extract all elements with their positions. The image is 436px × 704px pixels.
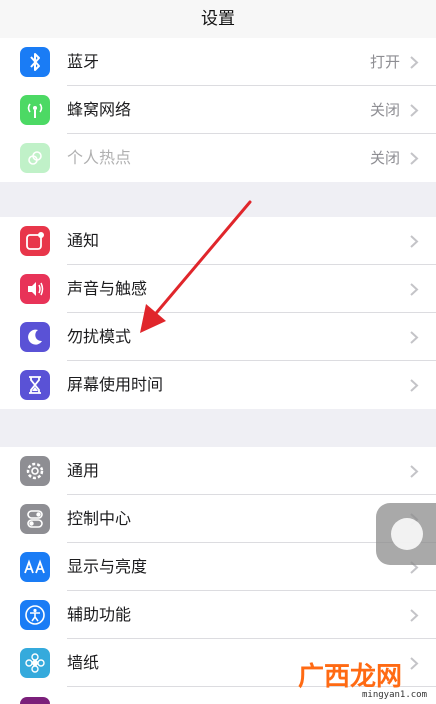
chevron-right-icon — [410, 283, 419, 296]
row-label: 勿扰模式 — [67, 327, 132, 346]
row-label: 墙纸 — [67, 653, 100, 672]
row-label: 通用 — [67, 461, 100, 480]
chevron-right-icon — [410, 465, 419, 478]
bluetooth-icon — [20, 47, 50, 77]
app-icon — [20, 697, 50, 704]
chevron-right-icon — [410, 235, 419, 248]
row-label: 辅助功能 — [67, 605, 132, 624]
row-value: 关闭 — [369, 101, 400, 119]
row-label: 屏幕使用时间 — [67, 375, 164, 394]
watermark-logo: 广西龙网 — [298, 662, 403, 692]
row-value: 关闭 — [369, 149, 400, 167]
chevron-right-icon — [410, 104, 419, 117]
toggles-icon — [20, 504, 50, 534]
row-label: 蓝牙 — [67, 52, 100, 71]
chevron-right-icon — [410, 657, 419, 670]
settings-row-cellular[interactable]: 蜂窝网络 关闭 — [0, 86, 436, 134]
settings-row-screen-time[interactable]: 屏幕使用时间 — [0, 361, 436, 409]
row-label: 声音与触感 — [67, 279, 148, 298]
notifications-icon — [20, 226, 50, 256]
gear-icon — [20, 456, 50, 486]
connectivity-group: 蓝牙 打开 蜂窝网络 关闭 个人热点 关闭 — [0, 38, 436, 182]
cellular-icon — [20, 95, 50, 125]
chevron-right-icon — [410, 152, 419, 165]
settings-row-bluetooth[interactable]: 蓝牙 打开 — [0, 38, 436, 86]
settings-row-notifications[interactable]: 通知 — [0, 217, 436, 265]
row-label: 显示与亮度 — [67, 557, 148, 576]
page-title: 设置 — [201, 9, 235, 29]
chevron-right-icon — [410, 379, 419, 392]
settings-row-control-center[interactable]: 控制中心 — [0, 495, 436, 543]
notifications-group: 通知 声音与触感 勿扰模式 屏幕使用时间 — [0, 217, 436, 409]
row-value: 打开 — [369, 53, 400, 71]
row-label: 通知 — [67, 231, 100, 250]
row-label: 控制中心 — [67, 509, 132, 528]
row-label: 蜂窝网络 — [67, 100, 132, 119]
text-size-icon — [20, 552, 50, 582]
hotspot-icon — [20, 143, 50, 173]
navigation-bar: 设置 — [0, 0, 436, 38]
wallpaper-icon — [20, 648, 50, 678]
hourglass-icon — [20, 370, 50, 400]
chevron-right-icon — [410, 609, 419, 622]
row-label: 个人热点 — [67, 148, 132, 167]
chevron-right-icon — [410, 56, 419, 69]
assistive-touch-button[interactable] — [376, 503, 436, 565]
settings-row-accessibility[interactable]: 辅助功能 — [0, 591, 436, 639]
watermark-url: mingyan1.com — [362, 690, 428, 700]
settings-row-general[interactable]: 通用 — [0, 447, 436, 495]
settings-row-display[interactable]: 显示与亮度 — [0, 543, 436, 591]
chevron-right-icon — [410, 331, 419, 344]
moon-icon — [20, 322, 50, 352]
settings-row-do-not-disturb[interactable]: 勿扰模式 — [0, 313, 436, 361]
sound-icon — [20, 274, 50, 304]
accessibility-icon — [20, 600, 50, 630]
settings-row-sounds[interactable]: 声音与触感 — [0, 265, 436, 313]
settings-row-hotspot[interactable]: 个人热点 关闭 — [0, 134, 436, 182]
